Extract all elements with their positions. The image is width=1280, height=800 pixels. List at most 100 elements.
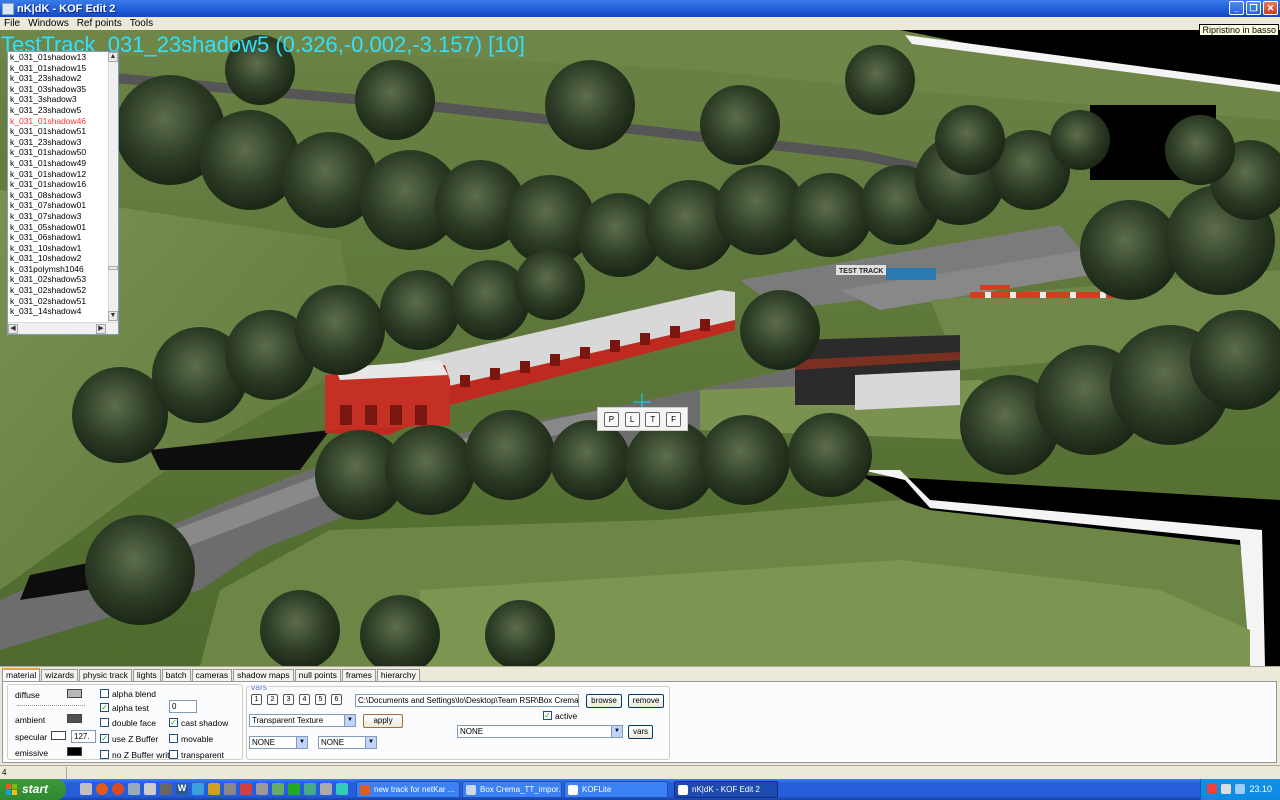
diffuse-slider[interactable] — [17, 703, 85, 706]
object-list-hscrollbar[interactable]: ◀ ▶ — [8, 322, 118, 334]
var-button-3[interactable]: 3 — [283, 694, 294, 705]
minimize-icon[interactable]: _ — [1229, 1, 1244, 15]
menu-windows[interactable]: Windows — [24, 18, 73, 29]
scroll-right-icon[interactable]: ▶ — [96, 324, 106, 334]
menu-ref-points[interactable]: Ref points — [73, 18, 126, 29]
network-icon[interactable] — [1235, 784, 1245, 794]
object-list-item[interactable]: k_031_01shadow13 — [8, 52, 118, 63]
transparent-checkbox[interactable] — [169, 750, 178, 759]
object-list-item[interactable]: k_031_10shadow1 — [8, 243, 118, 254]
quick-launch-icon[interactable] — [320, 783, 332, 795]
object-list-item[interactable]: k_031_01shadow12 — [8, 169, 118, 180]
diffuse-color-swatch[interactable] — [67, 689, 82, 698]
tab-shadow-maps[interactable]: shadow maps — [233, 669, 294, 681]
texture-select-2[interactable]: NONE ▼ — [318, 736, 377, 749]
double-face-checkbox[interactable] — [100, 718, 109, 727]
object-list-item[interactable]: k_031_23shadow3 — [8, 137, 118, 148]
task-kof-edit[interactable]: nK|dK - KOF Edit 2 — [674, 781, 778, 798]
title-bar[interactable]: nK|dK - KOF Edit 2 _ ❐ ✕ — [0, 0, 1280, 17]
browser-icon[interactable] — [112, 783, 124, 795]
emissive-color-swatch[interactable] — [67, 747, 82, 756]
object-list-item[interactable]: k_031_01shadow50 — [8, 147, 118, 158]
specular-power-input[interactable]: 127. — [71, 730, 96, 743]
object-list-item[interactable]: k_031polymsh1046 — [8, 264, 118, 275]
alpha-test-value-input[interactable]: 0 — [169, 700, 197, 713]
view-perspective-button[interactable]: P — [603, 411, 619, 427]
quick-launch-icon[interactable] — [128, 783, 140, 795]
speaker-icon[interactable] — [1221, 784, 1231, 794]
task-new-track[interactable]: new track for netKar ... — [356, 781, 460, 798]
object-list-item[interactable]: k_031_23shadow5 — [8, 105, 118, 116]
clock[interactable]: 23.10 — [1249, 779, 1272, 800]
view-top-button[interactable]: T — [645, 411, 661, 427]
view-left-button[interactable]: L — [624, 411, 640, 427]
object-list-item[interactable]: k_031_08shadow3 — [8, 190, 118, 201]
object-list-item[interactable]: k_031_03shadow35 — [8, 84, 118, 95]
quick-launch-icon[interactable] — [304, 783, 316, 795]
var-button-6[interactable]: 6 — [331, 694, 342, 705]
tab-material[interactable]: material — [2, 668, 41, 681]
menu-file[interactable]: File — [0, 18, 24, 29]
object-list-item[interactable]: k_031_05shadow01 — [8, 222, 118, 233]
tab-cameras[interactable]: cameras — [191, 669, 233, 681]
task-koflite[interactable]: KOFLite — [564, 781, 668, 798]
object-list-item[interactable]: k_031_14shadow4 — [8, 306, 118, 317]
tray-icon[interactable] — [1207, 784, 1217, 794]
tab-lights[interactable]: lights — [132, 669, 161, 681]
active-checkbox[interactable]: ✓ — [543, 711, 552, 720]
quick-launch-icon[interactable] — [240, 783, 252, 795]
var-button-5[interactable]: 5 — [315, 694, 326, 705]
object-list-item[interactable]: k_031_01shadow16 — [8, 179, 118, 190]
var-button-1[interactable]: 1 — [251, 694, 262, 705]
object-list-item[interactable]: k_031_06shadow1 — [8, 232, 118, 243]
quick-launch-icon[interactable] — [256, 783, 268, 795]
quick-launch-icon[interactable] — [208, 783, 220, 795]
tab-hierarchy[interactable]: hierarchy — [376, 669, 420, 681]
play-icon[interactable] — [288, 783, 300, 795]
shader-select[interactable]: Transparent Texture ▼ — [249, 714, 356, 727]
apply-button[interactable]: apply — [363, 714, 403, 728]
object-list-item[interactable]: k_031_3shadow3 — [8, 94, 118, 105]
3d-viewport[interactable]: TEST TRACK TestTrack_031_23shadow5 (0.32… — [0, 30, 1280, 666]
texture-path-input[interactable]: C:\Documents and Settings\lo\Desktop\Tea… — [355, 694, 579, 707]
vars-select[interactable]: NONE ▼ — [457, 725, 623, 738]
object-list-item[interactable]: k_031_23shadow2 — [8, 73, 118, 84]
ambient-color-swatch[interactable] — [67, 714, 82, 723]
tab-batch[interactable]: batch — [161, 669, 191, 681]
restore-icon[interactable]: ❐ — [1246, 1, 1261, 15]
quick-launch-icon[interactable] — [144, 783, 156, 795]
quick-launch-icon[interactable] — [224, 783, 236, 795]
quick-launch-icon[interactable] — [192, 783, 204, 795]
scroll-left-icon[interactable]: ◀ — [8, 324, 18, 334]
var-button-2[interactable]: 2 — [267, 694, 278, 705]
object-list-item[interactable]: k_031_02shadow51 — [8, 296, 118, 307]
quick-launch-icon[interactable] — [336, 783, 348, 795]
no-z-buffer-write-checkbox[interactable] — [100, 750, 109, 759]
object-list-item[interactable]: k_031_07shadow3 — [8, 211, 118, 222]
object-list-item[interactable]: k_031_07shadow01 — [8, 200, 118, 211]
view-front-button[interactable]: F — [666, 411, 682, 427]
vars-button[interactable]: vars — [628, 725, 653, 739]
alpha-test-checkbox[interactable]: ✓ — [100, 703, 109, 712]
scroll-up-icon[interactable]: ▲ — [108, 52, 118, 62]
use-z-buffer-checkbox[interactable]: ✓ — [100, 734, 109, 743]
word-icon[interactable]: W — [176, 783, 188, 795]
object-list-item[interactable]: k_031_01shadow46 — [8, 116, 118, 127]
object-list-vscrollbar[interactable]: ▲ ▼ — [108, 52, 118, 322]
object-list-item[interactable]: k_031_01shadow51 — [8, 126, 118, 137]
start-button[interactable]: start — [0, 779, 66, 800]
tab-frames[interactable]: frames — [341, 669, 376, 681]
cast-shadow-checkbox[interactable]: ✓ — [169, 718, 178, 727]
browse-button[interactable]: browse — [586, 694, 622, 708]
object-list-item[interactable]: k_031_10shadow2 — [8, 253, 118, 264]
tab-physic-track[interactable]: physic track — [79, 669, 132, 681]
movable-checkbox[interactable] — [169, 734, 178, 743]
object-list-item[interactable]: k_031_01shadow15 — [8, 63, 118, 74]
close-icon[interactable]: ✕ — [1263, 1, 1278, 15]
remove-button[interactable]: remove — [628, 694, 664, 708]
menu-tools[interactable]: Tools — [126, 18, 157, 29]
specular-color-swatch[interactable] — [51, 731, 66, 740]
object-list-item[interactable]: k_031_01shadow49 — [8, 158, 118, 169]
object-list-item[interactable]: k_031_02shadow53 — [8, 274, 118, 285]
texture-select-1[interactable]: NONE ▼ — [249, 736, 308, 749]
